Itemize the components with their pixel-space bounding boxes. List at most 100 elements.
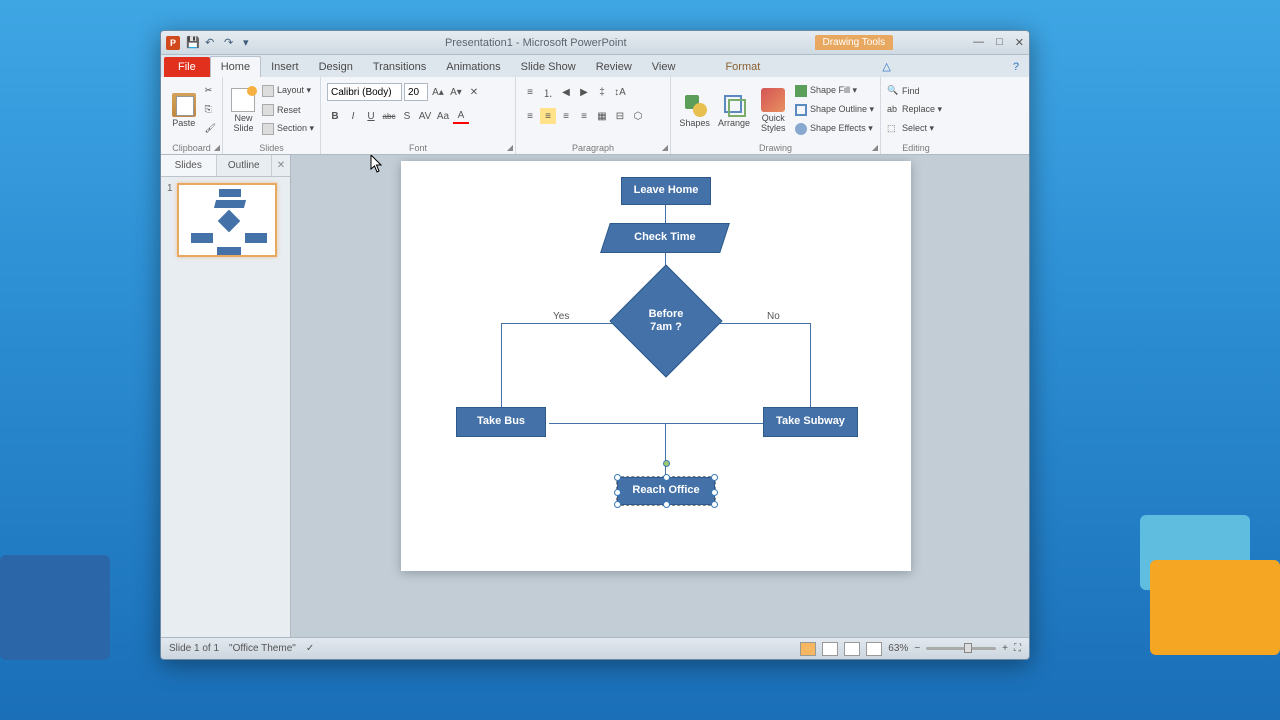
slideshow-tab[interactable]: Slide Show xyxy=(511,57,586,77)
arrange-button[interactable]: Arrange xyxy=(716,82,751,140)
flowchart-decision[interactable]: Before 7am ? xyxy=(616,281,716,361)
file-tab[interactable]: File xyxy=(164,57,210,77)
flowchart-process[interactable]: Take Bus xyxy=(456,407,546,437)
connector[interactable] xyxy=(707,323,811,324)
review-tab[interactable]: Review xyxy=(586,57,642,77)
align-right-button[interactable]: ≡ xyxy=(558,108,574,124)
zoom-in-button[interactable]: + xyxy=(1002,643,1008,654)
zoom-out-button[interactable]: − xyxy=(914,643,920,654)
shape-effects-button[interactable]: Shape Effects ▾ xyxy=(795,120,874,137)
flowchart-process[interactable]: Take Subway xyxy=(763,407,858,437)
grow-font-button[interactable]: A▴ xyxy=(430,84,446,100)
font-name-select[interactable] xyxy=(327,83,402,101)
text-shadow-button[interactable]: S xyxy=(399,108,415,124)
align-left-button[interactable]: ≡ xyxy=(522,108,538,124)
layout-button[interactable]: Layout ▾ xyxy=(262,82,314,99)
format-tab[interactable]: Format xyxy=(715,57,770,77)
resize-handle[interactable] xyxy=(663,474,670,481)
section-button[interactable]: Section ▾ xyxy=(262,120,314,137)
flowchart-data[interactable]: Check Time xyxy=(600,223,730,253)
smartart-button[interactable]: ⬡ xyxy=(630,108,646,124)
reset-button[interactable]: Reset xyxy=(262,101,314,118)
char-spacing-button[interactable]: AV xyxy=(417,108,433,124)
clear-format-button[interactable]: ✕ xyxy=(466,84,482,100)
resize-handle[interactable] xyxy=(711,501,718,508)
increase-indent-button[interactable]: ▶ xyxy=(576,84,592,100)
connector[interactable] xyxy=(665,423,666,477)
font-size-select[interactable] xyxy=(404,83,428,101)
paste-button[interactable]: Paste xyxy=(167,82,201,140)
redo-icon[interactable]: ↷ xyxy=(224,36,238,50)
connector[interactable] xyxy=(810,323,811,407)
resize-handle[interactable] xyxy=(614,474,621,481)
align-text-button[interactable]: ⊟ xyxy=(612,108,628,124)
flowchart-process-selected[interactable]: Reach Office xyxy=(617,477,715,505)
maximize-button[interactable]: □ xyxy=(996,36,1003,49)
columns-button[interactable]: ▦ xyxy=(594,108,610,124)
spellcheck-icon[interactable]: ✓ xyxy=(306,643,314,654)
slideshow-view-button[interactable] xyxy=(866,642,882,656)
shape-outline-button[interactable]: Shape Outline ▾ xyxy=(795,101,874,118)
bold-button[interactable]: B xyxy=(327,108,343,124)
find-button[interactable]: 🔍Find xyxy=(887,82,942,99)
design-tab[interactable]: Design xyxy=(309,57,363,77)
animations-tab[interactable]: Animations xyxy=(436,57,510,77)
minimize-button[interactable]: — xyxy=(973,36,984,49)
justify-button[interactable]: ≡ xyxy=(576,108,592,124)
view-tab[interactable]: View xyxy=(642,57,686,77)
line-spacing-button[interactable]: ‡ xyxy=(594,84,610,100)
ribbon-minimize-icon[interactable]: △ xyxy=(878,56,894,77)
copy-button[interactable]: ⎘ xyxy=(205,101,216,118)
resize-handle[interactable] xyxy=(614,489,621,496)
select-button[interactable]: ⬚Select ▾ xyxy=(887,120,942,137)
panel-close-button[interactable]: ✕ xyxy=(272,155,290,176)
connector[interactable] xyxy=(501,323,502,407)
clipboard-launcher-icon[interactable]: ◢ xyxy=(214,143,220,152)
replace-button[interactable]: abReplace ▾ xyxy=(887,101,942,118)
flowchart-terminator[interactable]: Leave Home xyxy=(621,177,711,205)
bullets-button[interactable]: ≡ xyxy=(522,84,538,100)
drawing-launcher-icon[interactable]: ◢ xyxy=(872,143,878,152)
align-center-button[interactable]: ≡ xyxy=(540,108,556,124)
numbering-button[interactable]: ⒈ xyxy=(540,84,556,100)
quick-styles-button[interactable]: Quick Styles xyxy=(756,82,791,140)
format-painter-button[interactable]: 🖌 xyxy=(205,120,216,137)
text-direction-button[interactable]: ↕A xyxy=(612,84,628,100)
fit-to-window-button[interactable]: ⛶ xyxy=(1014,643,1021,654)
shrink-font-button[interactable]: A▾ xyxy=(448,84,464,100)
decrease-indent-button[interactable]: ◀ xyxy=(558,84,574,100)
save-icon[interactable]: 💾 xyxy=(186,36,200,50)
undo-icon[interactable]: ↶ xyxy=(205,36,219,50)
shapes-button[interactable]: Shapes xyxy=(677,82,712,140)
sorter-view-button[interactable] xyxy=(822,642,838,656)
zoom-slider-thumb[interactable] xyxy=(964,643,972,653)
outline-panel-tab[interactable]: Outline xyxy=(217,155,273,176)
font-color-button[interactable]: A xyxy=(453,108,469,124)
resize-handle[interactable] xyxy=(711,489,718,496)
rotate-handle[interactable] xyxy=(663,460,670,467)
strikethrough-button[interactable]: abc xyxy=(381,108,397,124)
slide[interactable]: Yes No Leave Home Check Time Before 7am … xyxy=(401,161,911,571)
new-slide-button[interactable]: New Slide xyxy=(229,82,258,140)
shape-fill-button[interactable]: Shape Fill ▾ xyxy=(795,82,874,99)
connector[interactable] xyxy=(501,323,625,324)
font-launcher-icon[interactable]: ◢ xyxy=(507,143,513,152)
change-case-button[interactable]: Aa xyxy=(435,108,451,124)
transitions-tab[interactable]: Transitions xyxy=(363,57,436,77)
resize-handle[interactable] xyxy=(663,501,670,508)
resize-handle[interactable] xyxy=(614,501,621,508)
italic-button[interactable]: I xyxy=(345,108,361,124)
underline-button[interactable]: U xyxy=(363,108,379,124)
qat-more-icon[interactable]: ▾ xyxy=(243,36,257,50)
zoom-slider[interactable] xyxy=(926,647,996,650)
help-icon[interactable]: ? xyxy=(1009,57,1023,77)
paragraph-launcher-icon[interactable]: ◢ xyxy=(662,143,668,152)
resize-handle[interactable] xyxy=(711,474,718,481)
slide-canvas[interactable]: Yes No Leave Home Check Time Before 7am … xyxy=(291,155,1029,637)
slides-panel-tab[interactable]: Slides xyxy=(161,155,217,176)
close-button[interactable]: ✕ xyxy=(1015,36,1024,49)
reading-view-button[interactable] xyxy=(844,642,860,656)
insert-tab[interactable]: Insert xyxy=(261,57,309,77)
zoom-level[interactable]: 63% xyxy=(888,643,908,654)
normal-view-button[interactable] xyxy=(800,642,816,656)
